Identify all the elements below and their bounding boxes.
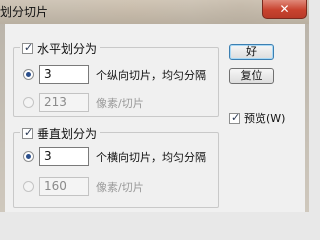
horizontal-divide-group: ✓ 水平划分为 3 个纵向切片，均匀分隔 213 像素/切片	[13, 40, 219, 117]
vertical-count-suffix: 个横向切片，均匀分隔	[96, 151, 206, 164]
ok-button[interactable]: 好	[229, 44, 274, 60]
horizontal-count-radio[interactable]	[23, 69, 34, 80]
vertical-pixel-input[interactable]: 160	[39, 177, 89, 196]
vertical-pixel-radio[interactable]	[23, 181, 34, 192]
preview-label: 预览(W)	[244, 112, 286, 125]
vertical-divide-checkbox[interactable]: ✓	[22, 126, 34, 139]
close-button[interactable]: ✕	[262, 0, 307, 19]
check-icon: ✓	[24, 41, 34, 54]
horizontal-pixel-input[interactable]: 213	[39, 93, 89, 112]
horizontal-count-input[interactable]: 3	[39, 65, 89, 84]
dialog-title: 划分切片	[0, 5, 49, 19]
close-icon: ✕	[279, 2, 290, 16]
check-icon: ✓	[24, 126, 34, 139]
horizontal-divide-label: 水平划分为	[37, 42, 98, 56]
horizontal-pixel-radio[interactable]	[23, 97, 34, 108]
vertical-divide-group: ✓ 垂直划分为 3 个横向切片，均匀分隔 160 像素/切片	[13, 125, 219, 208]
horizontal-divide-legend: ✓ 水平划分为	[20, 40, 101, 57]
vertical-divide-label: 垂直划分为	[37, 127, 98, 141]
vertical-count-radio[interactable]	[23, 151, 34, 162]
preview-option[interactable]: ✓ 预览(W)	[229, 110, 285, 126]
check-icon: ✓	[231, 110, 241, 124]
horizontal-divide-checkbox[interactable]: ✓	[22, 41, 34, 54]
preview-checkbox[interactable]: ✓	[229, 110, 241, 124]
vertical-count-input[interactable]: 3	[39, 147, 89, 166]
horizontal-pixel-suffix: 像素/切片	[96, 97, 144, 110]
vertical-divide-legend: ✓ 垂直划分为	[20, 125, 101, 142]
horizontal-count-suffix: 个纵向切片，均匀分隔	[96, 69, 206, 82]
dialog-body: ✓ 水平划分为 3 个纵向切片，均匀分隔 213 像素/切片 ✓ 垂直划分为 3…	[5, 24, 305, 212]
reset-button[interactable]: 复位	[229, 68, 274, 84]
vertical-pixel-suffix: 像素/切片	[96, 181, 144, 194]
title-bar: 划分切片 ✕	[0, 0, 309, 24]
